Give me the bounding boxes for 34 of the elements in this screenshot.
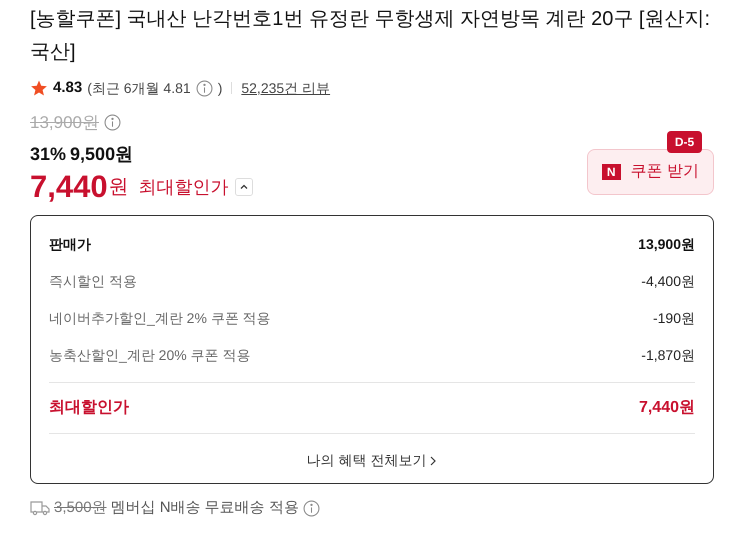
max-discount-label: 최대할인가: [138, 176, 229, 198]
shipping-note: 멤버십 N배송 무료배송 적용: [110, 498, 299, 518]
shipping-fee: 3,500원: [54, 498, 107, 518]
deadline-badge: D-5: [666, 131, 702, 153]
price-row-label: 최대할인가: [49, 398, 129, 418]
info-icon[interactable]: [302, 500, 320, 517]
price-row-label: 농축산할인_계란 20% 쿠폰 적용: [49, 346, 250, 365]
chevron-right-icon: [429, 456, 438, 466]
truck-icon: [30, 500, 50, 516]
info-icon[interactable]: [196, 80, 213, 97]
price-unit: 원: [108, 175, 129, 200]
original-price: 13,900원: [30, 112, 99, 134]
discount-rate: 31%: [30, 143, 66, 166]
final-price: 7,440: [30, 169, 108, 205]
coupon-button[interactable]: N 쿠폰 받기: [586, 149, 714, 195]
benefits-link[interactable]: 나의 혜택 전체보기: [306, 450, 438, 471]
recent-rating-close: ): [218, 78, 222, 98]
review-count-link[interactable]: 52,235건 리뷰: [241, 78, 330, 99]
discount-price: 9,500원: [70, 143, 134, 166]
price-row-value: 7,440원: [638, 398, 695, 418]
coupon-logo: N: [602, 164, 621, 180]
star-icon: [30, 79, 48, 98]
price-row-value: 13,900원: [638, 235, 695, 254]
rating-score: 4.83: [53, 78, 82, 98]
recent-rating: (최근 6개월 4.81: [87, 78, 191, 98]
price-row-label: 즉시할인 적용: [49, 272, 137, 291]
product-title: [농할쿠폰] 국내산 난각번호1번 유정란 무항생제 자연방목 계란 20구 [원산지:국산]: [30, 7, 712, 65]
toggle-button[interactable]: [234, 178, 253, 196]
price-row-label: 판매가: [49, 235, 91, 254]
price-row-value: -4,400원: [641, 272, 695, 291]
price-row-value: -190원: [652, 309, 695, 328]
price-row-label: 네이버추가할인_계란 2% 쿠폰 적용: [49, 309, 271, 328]
info-icon[interactable]: [104, 114, 121, 131]
price-row-value: -1,870원: [641, 346, 695, 365]
